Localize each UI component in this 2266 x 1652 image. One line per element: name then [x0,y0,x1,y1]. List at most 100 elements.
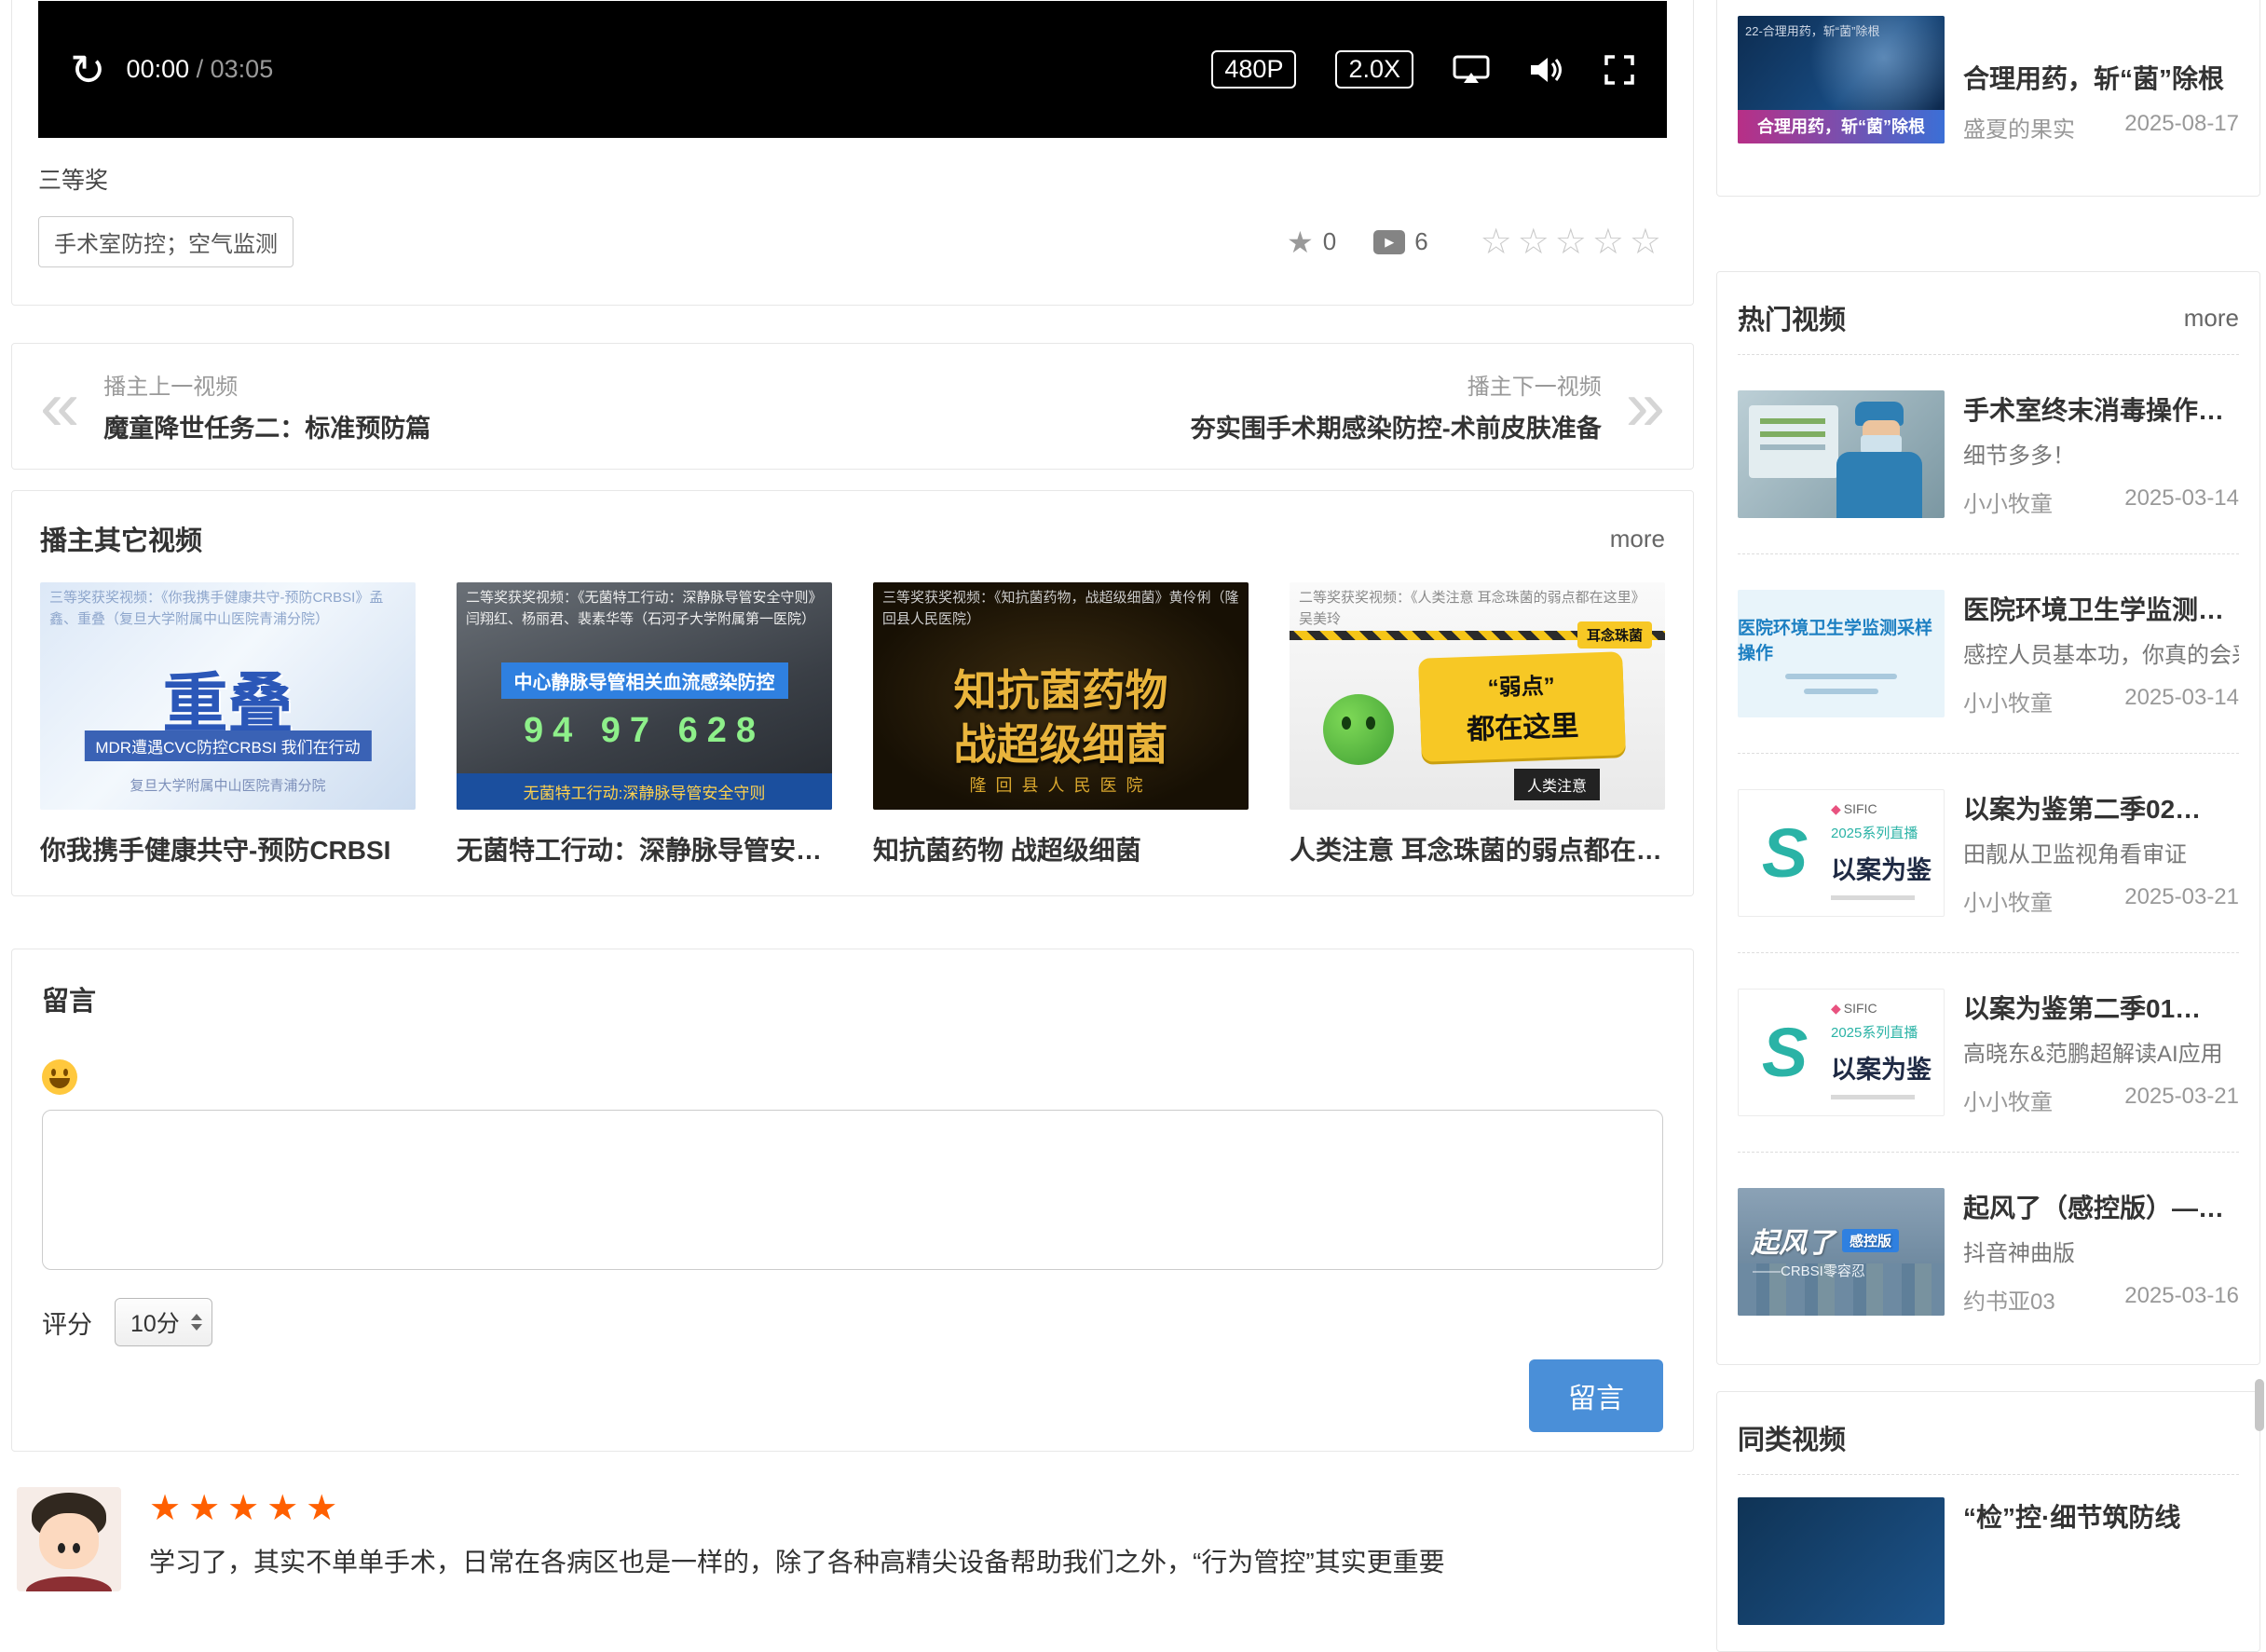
duration: / 03:05 [197,55,274,83]
thumb-sign-line: “弱点” [1426,664,1617,703]
quality-button[interactable]: 480P [1211,50,1296,89]
thumb-banner-text: 合理用药，斩“菌”除根 [1738,110,1945,143]
thumb-bottom-text: 无菌特工行动:深静脉导管安全守则 [457,773,832,810]
thumb-logo-text: SIFIC [1844,801,1877,816]
prev-video-title: 魔童降世任务二：标准预防篇 [103,408,430,444]
video-title: “检”控·细节筑防线 [1963,1497,2239,1535]
video-card[interactable]: 三等奖获奖视频：《你我携手健康共守-预防CRBSI》孟鑫、重叠（复旦大学附属中山… [40,582,416,867]
video-player-card: ↻ 00:00 / 03:05 480P 2.0X 三等奖 手术室防控；空气监测… [11,0,1694,306]
thumb-monitor-numbers: 94 97 628 [457,711,832,751]
video-date: 2025-03-16 [2124,1283,2239,1316]
cast-icon[interactable] [1453,55,1490,85]
sidebar-video-item[interactable]: S SIFIC 2025系列直播 以案为鉴 以案为鉴第二季02… 田靓从卫监视角… [1738,754,2239,953]
thumb-letter: S [1762,1013,1808,1092]
favorite-star-icon[interactable]: ★ [1287,225,1314,260]
video-caption[interactable]: 人类注意 耳念珠菌的弱点都在… [1290,830,1665,867]
rating-select[interactable]: 10分 [115,1298,212,1346]
thumb-tag-text: 耳念珠菌 [1577,621,1652,649]
video-player[interactable]: ↻ 00:00 / 03:05 480P 2.0X [38,1,1667,138]
thumb-logo-text: SIFIC [1844,1001,1877,1016]
video-thumbnail[interactable] [1738,390,1945,518]
video-meta: 三等奖 手术室防控；空气监测 ★ 0 ▶ 6 ☆☆☆☆☆ [38,138,1667,267]
video-thumbnail[interactable]: 三等奖获奖视频：《知抗菌药物，战超级细菌》黄伶俐（隆回县人民医院） 知抗菌药物 … [873,582,1249,810]
video-caption[interactable]: 你我携手健康共守-预防CRBSI [40,830,416,867]
video-subtitle: 田靓从卫监视角看审证 [1963,836,2239,868]
select-stepper-icon [191,1314,202,1331]
play-count: 6 [1414,227,1427,256]
play-count-icon: ▶ [1373,230,1405,254]
comment-body: ★★★★★ 学习了，其实不单单手术，日常在各病区也是一样的，除了各种高精尖设备帮… [149,1487,1445,1591]
video-caption[interactable]: 无菌特工行动：深静脉导管安… [457,830,832,867]
video-thumbnail[interactable]: S SIFIC 2025系列直播 以案为鉴 [1738,789,1945,917]
sidebar-top-card: 22-合理用药，斩“菌”除根 合理用药，斩“菌”除根 合理用药，斩“菌”除根 盛… [1716,0,2260,197]
video-date: 2025-08-17 [2124,111,2239,143]
sific-logo-icon [1831,801,1844,816]
video-date: 2025-03-14 [2124,685,2239,717]
replay-icon[interactable]: ↻ [70,48,106,91]
sidebar-video-item[interactable]: 起风了感控版 ——CRBSI零容忍 起风了（感控版）—… 抖音神曲版 约书亚03… [1738,1153,2239,1351]
fullscreen-icon[interactable] [1604,54,1635,86]
video-thumbnail[interactable]: 二等奖获奖视频：《无菌特工行动：深静脉导管安全守则》闫翔红、杨丽君、裴素华等（石… [457,582,832,810]
thumb-bottom-text: 复旦大学附属中山医院青浦分院 [40,775,416,795]
thumb-corner-text: 22-合理用药，斩“菌”除根 [1745,21,1879,39]
scrollbar-thumb[interactable] [2255,1379,2264,1431]
comment-textarea[interactable] [42,1110,1663,1270]
next-video-label: 播主下一视频 [1191,368,1602,401]
thumb-award-text: 三等奖获奖视频：《知抗菌药物，战超级细菌》黄伶俐（隆回县人民医院） [882,588,1239,630]
thumb-banner-text: MDR遭遇CVC防控CRBSI 我们在行动 [84,730,371,761]
video-thumbnail[interactable]: 22-合理用药，斩“菌”除根 合理用药，斩“菌”除根 [1738,16,1945,143]
prev-chevron-icon[interactable]: « [40,378,79,435]
video-title: 以案为鉴第二季01… [1963,989,2239,1026]
video-thumbnail[interactable]: 三等奖获奖视频：《你我携手健康共守-预防CRBSI》孟鑫、重叠（复旦大学附属中山… [40,582,416,810]
sidebar: 22-合理用药，斩“菌”除根 合理用药，斩“菌”除根 合理用药，斩“菌”除根 盛… [1716,0,2260,1652]
comment-entry: ★★★★★ 学习了，其实不单单手术，日常在各病区也是一样的，除了各种高精尖设备帮… [11,1487,1694,1591]
next-chevron-icon[interactable]: » [1626,378,1665,435]
submit-comment-button[interactable]: 留言 [1529,1359,1663,1432]
sidebar-video-item[interactable]: 22-合理用药，斩“菌”除根 合理用药，斩“菌”除根 合理用药，斩“菌”除根 盛… [1738,16,2239,143]
award-label: 三等奖 [38,162,1667,196]
video-author: 小小牧童 [1963,685,2053,717]
video-thumbnail[interactable]: 医院环境卫生学监测采样操作 [1738,590,1945,717]
sidebar-video-item[interactable]: 手术室终末消毒操作… 细节多多！ 小小牧童 2025-03-14 [1738,355,2239,554]
video-thumbnail[interactable] [1738,1497,1945,1625]
video-caption[interactable]: 知抗菌药物 战超级细菌 [873,830,1249,867]
sific-logo-icon [1831,1001,1844,1016]
video-tag[interactable]: 手术室防控；空气监测 [38,216,293,267]
thumb-award-text: 三等奖获奖视频：《你我携手健康共守-预防CRBSI》孟鑫、重叠（复旦大学附属中山… [49,588,406,630]
volume-icon[interactable] [1529,55,1564,85]
emoji-picker-icon[interactable] [42,1059,77,1095]
germ-illustration [1323,694,1394,765]
sidebar-video-item[interactable]: S SIFIC 2025系列直播 以案为鉴 以案为鉴第二季01… 高晓东&范鹏超… [1738,953,2239,1153]
video-thumbnail[interactable]: 起风了感控版 ——CRBSI零容忍 [1738,1188,1945,1316]
video-thumbnail[interactable]: 二等奖获奖视频：《人类注意 耳念珠菌的弱点都在这里》吴美玲 “弱点” 都在这里 … [1290,582,1665,810]
video-title: 以案为鉴第二季02… [1963,789,2239,826]
rating-label: 评分 [42,1304,92,1341]
comments-title: 留言 [42,979,1663,1018]
comment-card: 留言 评分 10分 留言 [11,949,1694,1452]
video-card[interactable]: 二等奖获奖视频：《无菌特工行动：深静脉导管安全守则》闫翔红、杨丽君、裴素华等（石… [457,582,832,867]
video-author: 小小牧童 [1963,485,2053,518]
video-card[interactable]: 二等奖获奖视频：《人类注意 耳念珠菌的弱点都在这里》吴美玲 “弱点” 都在这里 … [1290,582,1665,867]
video-subtitle: 高晓东&范鹏超解读AI应用 [1963,1035,2239,1068]
sidebar-video-item[interactable]: 医院环境卫生学监测采样操作 医院环境卫生学监测… 感控人员基本功，你真的会采 小… [1738,554,2239,754]
video-date: 2025-03-21 [2124,1084,2239,1116]
sidebar-video-item[interactable]: “检”控·细节筑防线 [1738,1475,2239,1625]
playback-time: 00:00 / 03:05 [127,55,274,84]
current-time: 00:00 [127,55,190,83]
thumb-main-text: 起风了 [1751,1220,1835,1261]
hot-videos-more-link[interactable]: more [2184,304,2239,333]
next-video-link[interactable]: 播主下一视频 夯实围手术期感染防控-术前皮肤准备 [1191,368,1602,444]
main-column: ↻ 00:00 / 03:05 480P 2.0X 三等奖 手术室防控；空气监测… [11,0,1694,1591]
speed-button[interactable]: 2.0X [1335,50,1413,89]
hot-videos-card: 热门视频 more 手术室终末消毒操作… 细节多多！ 小小牧童 2025-03-… [1716,271,2260,1365]
video-subtitle: 感控人员基本功，你真的会采 [1963,636,2239,669]
uploader-videos-more-link[interactable]: more [1610,525,1665,553]
video-card[interactable]: 三等奖获奖视频：《知抗菌药物，战超级细菌》黄伶俐（隆回县人民医院） 知抗菌药物 … [873,582,1249,867]
prev-video-link[interactable]: 播主上一视频 魔童降世任务二：标准预防篇 [103,368,430,444]
video-thumbnail[interactable]: S SIFIC 2025系列直播 以案为鉴 [1738,989,1945,1116]
prev-next-card: « 播主上一视频 魔童降世任务二：标准预防篇 播主下一视频 夯实围手术期感染防控… [11,343,1694,470]
rating-stars[interactable]: ☆☆☆☆☆ [1481,221,1667,263]
thumb-series-text: 2025系列直播 [1831,823,1944,842]
video-title: 起风了（感控版）—… [1963,1188,2239,1225]
video-author: 盛夏的果实 [1963,111,2075,143]
